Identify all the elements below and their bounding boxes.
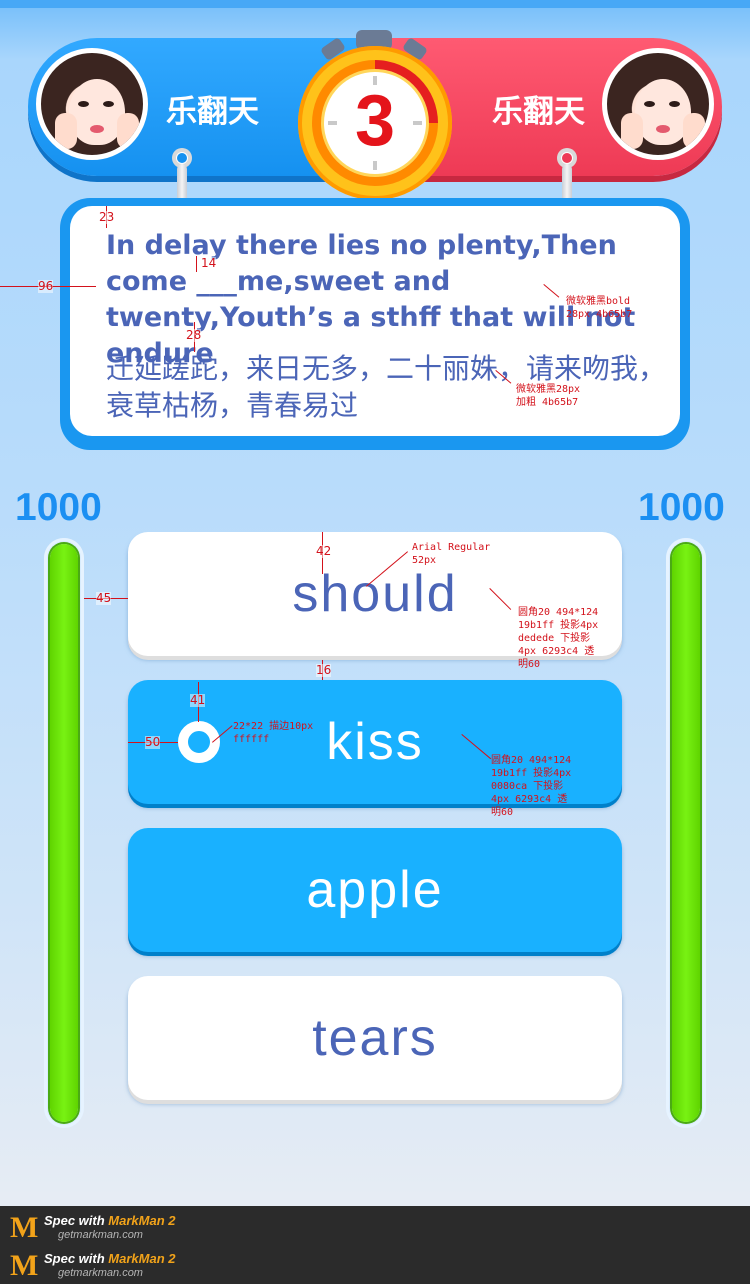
avatar-eye [78, 101, 89, 107]
player-left-name: 乐翻天 [166, 94, 259, 130]
countdown-timer: 3 [298, 46, 452, 200]
progress-track-right [666, 538, 706, 1128]
watermark-site: getmarkman.com [58, 1229, 143, 1241]
spec-dim-23: 23 [99, 210, 115, 224]
selected-ring-icon [178, 721, 220, 763]
spec-dim-96: 96 [38, 279, 54, 293]
spec-dim-42: 42 [316, 544, 332, 558]
spec-dim-14: 14 [201, 256, 217, 270]
timer-number: 3 [354, 81, 396, 161]
markman-logo-icon: M [10, 1249, 39, 1282]
spec-dim-45: 45 [96, 591, 112, 605]
avatar-lips [90, 125, 104, 133]
question-card: In delay there lies no plenty,Then come … [60, 198, 690, 450]
answer-option-tears[interactable]: tears [128, 976, 622, 1100]
progress-track-left [44, 538, 84, 1128]
watermark-site: getmarkman.com [58, 1267, 143, 1279]
avatar-lips [656, 125, 670, 133]
score-right: 1000 [638, 486, 725, 529]
markman-watermark: M Spec with MarkMan 2 getmarkman.com [10, 1210, 230, 1246]
avatar-hand [621, 113, 643, 149]
player-left-avatar[interactable] [36, 48, 148, 160]
watermark-title: Spec with MarkMan 2 [44, 1251, 176, 1266]
score-left: 1000 [15, 486, 102, 529]
spec-dim-line [196, 256, 197, 272]
spec-dim-41: 41 [190, 693, 206, 707]
spec-chinese-font: 微软雅黑28px 加粗 4b65b7 [516, 384, 581, 408]
answer-label: kiss [326, 713, 424, 771]
progress-fill-left [50, 544, 78, 1122]
question-chinese: 迁延蹉跎，来日无多，二十丽姝，请来吻我，衰草枯杨，青春易过 [106, 352, 667, 422]
player-right-avatar[interactable] [602, 48, 714, 160]
avatar-eye [103, 101, 114, 107]
top-strip [0, 0, 750, 8]
avatar-hand [55, 113, 77, 149]
avatar-hand [683, 113, 705, 149]
timer-tick [373, 161, 377, 170]
spec-arial: Arial Regular 52px [412, 542, 491, 566]
spec-blue-button: 圆角20 494*124 19b1ff 投影4px 0080ca 下投影 4px… [491, 755, 572, 818]
question-card-inner: In delay there lies no plenty,Then come … [70, 206, 680, 436]
player-right-name: 乐翻天 [492, 94, 585, 130]
markman-watermark: M Spec with MarkMan 2 getmarkman.com [10, 1248, 230, 1284]
spec-english-font: 微软雅黑bold 28px 4b65b7 [566, 296, 633, 320]
timer-face: 3 [324, 72, 426, 174]
avatar-hand [117, 113, 139, 149]
avatar-eye [644, 101, 655, 107]
spec-dim-28: 28 [186, 328, 202, 342]
spec-dim-50: 50 [145, 735, 161, 749]
avatar-eye [669, 101, 680, 107]
spec-ring: 22*22 描边10px ffffff [233, 721, 314, 745]
spec-dim-16: 16 [316, 663, 332, 677]
watermark-title: Spec with MarkMan 2 [44, 1213, 176, 1228]
footer-bar: M Spec with MarkMan 2 getmarkman.com M S… [0, 1206, 750, 1284]
answer-option-apple[interactable]: apple [128, 828, 622, 952]
progress-fill-right [672, 544, 700, 1122]
markman-logo-icon: M [10, 1211, 39, 1244]
spec-white-button: 圆角20 494*124 19b1ff 投影4px dedede 下投影 4px… [518, 607, 599, 670]
